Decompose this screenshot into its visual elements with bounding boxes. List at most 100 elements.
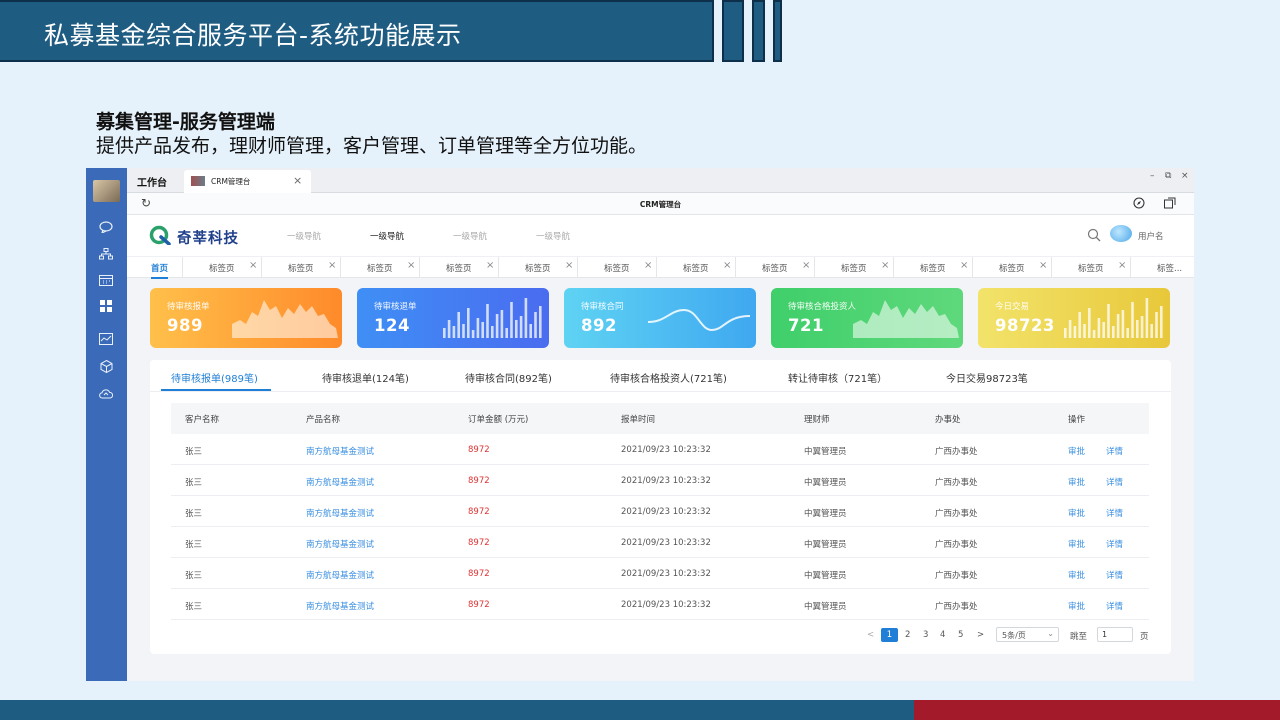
close-icon[interactable]: × [328,260,336,271]
pager-page-5[interactable]: 5 [958,630,963,640]
tab-page[interactable]: 标签页 × [972,257,1051,278]
sparkline-bar [462,324,465,338]
tab-page[interactable]: 标签页 × [182,257,261,278]
search-icon[interactable] [1087,228,1101,242]
topnav-item-1[interactable]: 一级导航 [287,230,321,242]
tab-page[interactable]: 标签页 × [419,257,498,278]
product-link[interactable]: 南方航母基金测试 [306,569,374,581]
pager-page-4[interactable]: 4 [940,630,945,640]
tab-page[interactable]: 标签页 × [893,257,972,278]
close-icon[interactable]: × [407,260,415,271]
grid-icon[interactable] [97,297,115,315]
avatar[interactable] [93,180,120,202]
close-icon[interactable]: × [644,260,652,271]
detail-button[interactable]: 详情 [1106,538,1123,550]
stat-card[interactable]: 待审核报单 989 [150,288,342,348]
window-close-icon[interactable]: × [1181,171,1189,181]
approve-button[interactable]: 审批 [1068,507,1085,519]
tab-page[interactable]: 标签... [1130,257,1194,278]
stat-card[interactable]: 待审核合格投资人 721 [771,288,963,348]
compass-icon[interactable] [1133,197,1145,212]
tab-page[interactable]: 标签页 × [577,257,656,278]
share-window-icon[interactable] [1164,197,1176,212]
stat-label: 今日交易 [995,302,1030,312]
product-link[interactable]: 南方航母基金测试 [306,538,374,550]
tab-page[interactable]: 标签页 × [261,257,340,278]
chat-icon[interactable] [97,218,115,236]
topnav-item-4[interactable]: 一级导航 [536,230,570,242]
sparkline-bar [1150,324,1153,338]
topnav-item-3[interactable]: 一级导航 [453,230,487,242]
approve-button[interactable]: 审批 [1068,445,1085,457]
detail-button[interactable]: 详情 [1106,445,1123,457]
pager-prev[interactable]: < [867,630,874,640]
sparkline-decoration [647,308,751,332]
close-icon[interactable]: × [881,260,889,271]
cell-amount: 8972 [468,569,490,579]
tab-orders-5[interactable]: 今日交易98723笔 [946,370,1028,385]
tab-page[interactable]: 标签页 × [656,257,735,278]
product-link[interactable]: 南方航母基金测试 [306,445,374,457]
close-icon[interactable]: × [486,260,494,271]
tab-page[interactable]: 标签页 × [735,257,814,278]
window-tab-crm[interactable]: CRM管理台 × [184,170,311,193]
product-link[interactable]: 南方航母基金测试 [306,600,374,612]
calendar-icon[interactable] [97,271,115,289]
cell-customer: 张三 [185,540,203,550]
tab-home[interactable]: 首页 [151,262,169,279]
avatar[interactable] [1110,225,1132,242]
tab-page[interactable]: 标签页 × [340,257,419,278]
close-icon[interactable]: × [802,260,810,271]
pager-page-2[interactable]: 2 [905,630,910,640]
close-icon[interactable]: × [249,260,257,271]
close-icon[interactable]: × [1118,260,1126,271]
topnav-item-2[interactable]: 一级导航 [370,230,404,242]
pager-next[interactable]: > [977,630,984,640]
approve-button[interactable]: 审批 [1068,569,1085,581]
sparkline-bar [1078,312,1081,338]
close-icon[interactable]: × [723,260,731,271]
workbench-label[interactable]: 工作台 [137,174,167,189]
detail-button[interactable]: 详情 [1106,569,1123,581]
product-link[interactable]: 南方航母基金测试 [306,476,374,488]
pager-page-1[interactable]: 1 [881,628,898,642]
tab-orders-0[interactable]: 待审核报单(989笔) [171,370,258,385]
detail-button[interactable]: 详情 [1106,476,1123,488]
tab-orders-3[interactable]: 待审核合格投资人(721笔) [610,370,727,385]
tab-orders-2[interactable]: 待审核合同(892笔) [465,370,552,385]
detail-button[interactable]: 详情 [1106,600,1123,612]
tab-page[interactable]: 标签页 × [1051,257,1130,278]
jump-page-input[interactable]: 1 [1097,627,1133,642]
approve-button[interactable]: 审批 [1068,600,1085,612]
tab-orders-4[interactable]: 转让待审核（721笔） [788,370,887,385]
username[interactable]: 用户名 [1138,230,1164,242]
chart-icon[interactable] [97,330,115,348]
page-size-select[interactable]: 5条/页 ⌄ [996,627,1059,642]
cube-icon[interactable] [97,357,115,375]
stat-card[interactable]: 待审核合同 892 [564,288,756,348]
stat-card[interactable]: 今日交易 98723 [978,288,1170,348]
pager-page-3[interactable]: 3 [923,630,928,640]
close-icon[interactable]: × [565,260,573,271]
minimize-icon[interactable]: – [1150,171,1155,181]
tab-orders-1[interactable]: 待审核退单(124笔) [322,370,409,385]
approve-button[interactable]: 审批 [1068,538,1085,550]
product-link[interactable]: 南方航母基金测试 [306,507,374,519]
slide-title: 私募基金综合服务平台-系统功能展示 [44,21,462,50]
cloud-icon[interactable] [97,384,115,402]
close-icon[interactable]: × [293,174,302,187]
maximize-icon[interactable]: ⧉ [1165,171,1171,181]
org-chart-icon[interactable] [97,245,115,263]
close-icon[interactable]: × [960,260,968,271]
brand-name: 奇莘科技 [177,230,239,247]
approve-button[interactable]: 审批 [1068,476,1085,488]
detail-button[interactable]: 详情 [1106,507,1123,519]
close-icon[interactable]: × [1039,260,1047,271]
cell-advisor: 中翼管理员 [804,509,847,519]
sparkline-bar [1102,322,1105,338]
tab-page[interactable]: 标签页 × [814,257,893,278]
cell-advisor: 中翼管理员 [804,602,847,612]
table-row: 张三 南方航母基金测试 8972 2021/09/23 10:23:32 中翼管理员 广西… [171,589,1149,620]
stat-card[interactable]: 待审核退单 124 [357,288,549,348]
tab-page[interactable]: 标签页 × [498,257,577,278]
